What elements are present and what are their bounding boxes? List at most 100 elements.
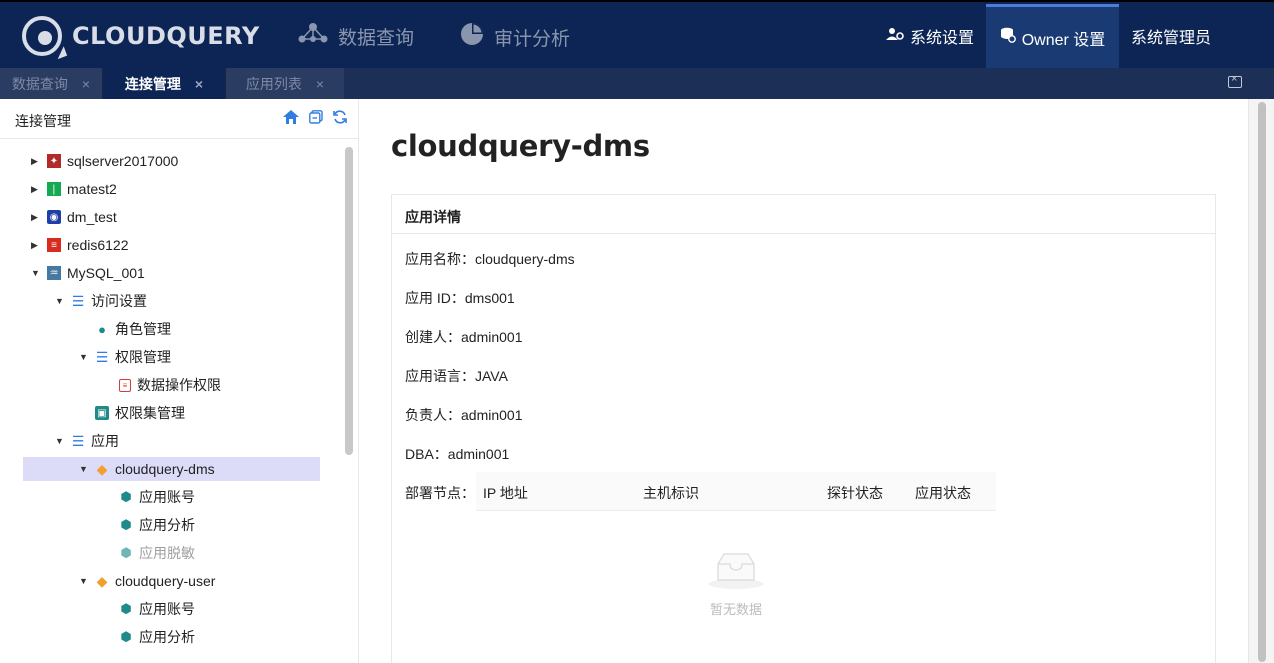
mongodb-icon: ❘ bbox=[47, 182, 61, 196]
tree-node-cloudquery-user[interactable]: ▼ ◆ cloudquery-user bbox=[79, 569, 215, 593]
redis-icon: ≡ bbox=[47, 238, 61, 252]
field-label: 应用名称： bbox=[405, 251, 475, 267]
nav-audit-analysis-label: 审计分析 bbox=[494, 28, 571, 50]
user-settings-icon bbox=[886, 27, 904, 46]
tab-data-query[interactable]: 数据查询 × bbox=[0, 68, 102, 99]
field-label: 应用 ID： bbox=[405, 290, 465, 306]
column-header: IP 地址 bbox=[483, 485, 528, 501]
tree-node-label: 角色管理 bbox=[115, 321, 171, 337]
tree-node-permission-set-management[interactable]: ▣ 权限集管理 bbox=[89, 401, 185, 425]
user-account-label: 系统管理员 bbox=[1131, 30, 1212, 47]
owner-settings-menu[interactable]: Owner 设置 bbox=[986, 4, 1119, 68]
field-value: admin001 bbox=[447, 446, 510, 462]
tree-node-app-account-2[interactable]: ⬢ 应用账号 bbox=[113, 597, 195, 621]
owner-settings-label: Owner 设置 bbox=[1021, 31, 1106, 49]
tree-node-app-account[interactable]: ⬢ 应用账号 bbox=[113, 485, 195, 509]
empty-text: 暂无数据 bbox=[709, 602, 762, 617]
page-scrollbar[interactable] bbox=[1248, 99, 1274, 663]
caret-right-icon[interactable]: ▶ bbox=[31, 184, 41, 195]
caret-right-icon[interactable]: ▶ bbox=[31, 212, 41, 223]
caret-down-icon[interactable]: ▼ bbox=[79, 352, 89, 362]
deploy-nodes-label: 部署节点： bbox=[405, 485, 475, 501]
app-analysis-icon: ⬢ bbox=[120, 629, 132, 644]
database-settings-icon bbox=[1000, 27, 1016, 48]
scrollbar-thumb[interactable] bbox=[1258, 102, 1266, 662]
caret-down-icon[interactable]: ▼ bbox=[55, 296, 65, 306]
app-account-icon: ⬢ bbox=[120, 489, 132, 504]
caret-down-icon[interactable]: ▼ bbox=[79, 464, 89, 474]
close-all-tabs-icon[interactable] bbox=[1228, 73, 1242, 88]
caret-right-icon[interactable]: ▶ bbox=[31, 240, 41, 251]
tree-node-mysql-001[interactable]: ▼ ♒ MySQL_001 bbox=[31, 261, 145, 285]
tree-node-label: 应用账号 bbox=[139, 489, 195, 505]
tree-node-cloudquery-dms[interactable]: ▼ ◆ cloudquery-dms bbox=[23, 457, 320, 481]
field-dba: DBA：admin001 bbox=[405, 444, 509, 464]
field-label: 负责人： bbox=[405, 407, 461, 423]
tree-node-permission-management[interactable]: ▼ ☰ 权限管理 bbox=[79, 345, 171, 369]
list-icon: ☰ bbox=[71, 432, 85, 449]
tab-app-list[interactable]: 应用列表 × bbox=[226, 68, 344, 99]
field-app-language: 应用语言：JAVA bbox=[405, 366, 508, 386]
permission-set-icon: ▣ bbox=[95, 406, 109, 420]
close-icon[interactable]: × bbox=[195, 76, 203, 92]
field-app-id: 应用 ID：dms001 bbox=[405, 288, 515, 308]
tab-label: 应用列表 bbox=[245, 75, 302, 92]
tree-node-label: dm_test bbox=[67, 209, 117, 225]
nav-audit-analysis[interactable]: 审计分析 bbox=[460, 22, 570, 52]
caret-down-icon[interactable]: ▼ bbox=[55, 436, 65, 446]
app-cube-icon: ◆ bbox=[96, 572, 108, 589]
caret-down-icon[interactable]: ▼ bbox=[31, 268, 41, 278]
tree-node-matest2[interactable]: ▶ ❘ matest2 bbox=[31, 177, 117, 201]
tree-node-data-operation-permission[interactable]: ≡ 数据操作权限 bbox=[113, 373, 221, 397]
nav-data-query-label: 数据查询 bbox=[338, 27, 415, 49]
tab-label: 连接管理 bbox=[124, 75, 181, 92]
logo-text: CLOUDQUERY bbox=[72, 22, 260, 50]
tree-node-dm-test[interactable]: ▶ ◉ dm_test bbox=[31, 205, 117, 229]
tree-scrollbar[interactable] bbox=[345, 147, 353, 455]
column-header: 应用状态 bbox=[915, 485, 971, 501]
tab-connection-management[interactable]: 连接管理 × bbox=[104, 68, 224, 99]
user-account-menu[interactable]: 系统管理员 bbox=[1131, 4, 1211, 68]
field-label: DBA： bbox=[405, 446, 448, 462]
close-icon[interactable]: × bbox=[316, 76, 324, 92]
close-icon[interactable]: × bbox=[82, 76, 90, 92]
nav-data-query[interactable]: 数据查询 bbox=[298, 22, 414, 50]
pie-chart-icon bbox=[460, 22, 484, 52]
tree-node-app-analysis-2[interactable]: ⬢ 应用分析 bbox=[113, 625, 195, 649]
tree-node-label: 应用脱敏 bbox=[139, 545, 195, 561]
field-value: admin001 bbox=[461, 329, 523, 345]
tree-node-label: 应用分析 bbox=[139, 517, 195, 533]
tree-node-label: redis6122 bbox=[67, 237, 129, 253]
caret-down-icon[interactable]: ▼ bbox=[79, 576, 89, 586]
tab-label: 数据查询 bbox=[11, 75, 68, 92]
tree-node-applications[interactable]: ▼ ☰ 应用 bbox=[55, 429, 119, 453]
tree-node-role-management[interactable]: ● 角色管理 bbox=[89, 317, 171, 341]
tree-node-label: cloudquery-dms bbox=[115, 461, 215, 477]
list-icon: ☰ bbox=[95, 348, 109, 365]
caret-right-icon[interactable]: ▶ bbox=[31, 156, 41, 167]
field-value: admin001 bbox=[461, 407, 523, 423]
connection-tree-panel: 连接管理 ▶ ✦ sqlserver2017000 ▶ ❘ matest2 ▶ … bbox=[0, 99, 359, 663]
tree-node-sqlserver2017000[interactable]: ▶ ✦ sqlserver2017000 bbox=[31, 149, 178, 173]
cloudquery-logo[interactable]: CLOUDQUERY bbox=[22, 16, 260, 60]
system-settings-menu[interactable]: 系统设置 bbox=[884, 4, 986, 68]
tree-node-app-analysis[interactable]: ⬢ 应用分析 bbox=[113, 513, 195, 537]
network-icon bbox=[298, 22, 328, 50]
home-icon[interactable] bbox=[283, 110, 299, 129]
tree-node-label: 权限管理 bbox=[115, 349, 171, 365]
collapse-all-icon[interactable] bbox=[309, 110, 323, 129]
panel-header: 连接管理 bbox=[0, 99, 359, 139]
field-value: JAVA bbox=[475, 368, 508, 384]
column-header: 主机标识 bbox=[643, 485, 699, 501]
logo-icon bbox=[22, 16, 68, 60]
role-icon: ● bbox=[98, 321, 106, 337]
tree-node-label: cloudquery-user bbox=[115, 573, 216, 589]
tree-node-access-settings[interactable]: ▼ ☰ 访问设置 bbox=[55, 289, 147, 313]
deploy-nodes-table-header: IP 地址 主机标识 探针状态 应用状态 bbox=[476, 472, 996, 511]
top-navbar: CLOUDQUERY 数据查询 审计分析 系统设置 Owner 设置 系统管理员 bbox=[0, 0, 1274, 68]
refresh-icon[interactable] bbox=[333, 110, 347, 129]
field-label: 应用语言： bbox=[405, 368, 475, 384]
tree-node-redis6122[interactable]: ▶ ≡ redis6122 bbox=[31, 233, 129, 257]
tree-node-app-masking[interactable]: ⬢ 应用脱敏 bbox=[113, 541, 195, 565]
field-creator: 创建人：admin001 bbox=[405, 327, 523, 347]
